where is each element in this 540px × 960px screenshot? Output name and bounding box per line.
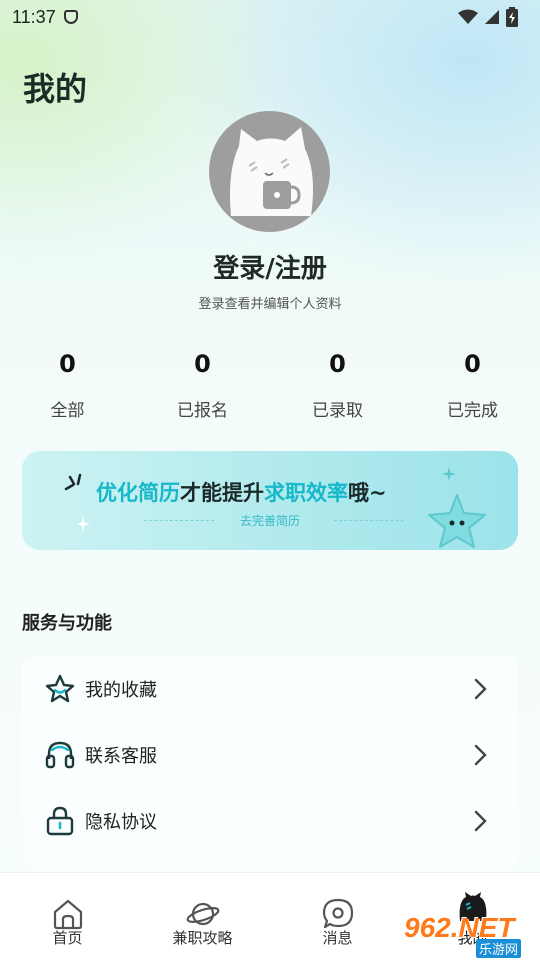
- home-icon: [53, 899, 82, 930]
- site-watermark: 962.NET 乐游网: [400, 906, 540, 960]
- stat-count: 0: [194, 350, 211, 378]
- services-title: 服务与功能: [22, 613, 112, 634]
- star-icon: [45, 674, 75, 703]
- menu-item-favorites[interactable]: 我的收藏: [22, 656, 518, 722]
- nav-messages[interactable]: 消息: [270, 873, 405, 960]
- wifi-icon: [458, 9, 478, 24]
- stat-applied[interactable]: 0 已报名: [135, 346, 270, 421]
- chevron-right-icon: [474, 810, 487, 832]
- watermark-subtext: 乐游网: [476, 939, 522, 958]
- stat-count: 0: [59, 350, 76, 378]
- star-mascot-icon: [428, 494, 486, 548]
- menu-item-privacy[interactable]: 隐私协议: [22, 788, 518, 854]
- menu-item-label: 隐私协议: [85, 812, 157, 833]
- nav-home[interactable]: 首页: [0, 873, 135, 960]
- banner-headline: 优化简历才能提升求职效率哦~: [96, 477, 387, 507]
- stat-label: 全部: [50, 401, 85, 421]
- chevron-right-icon: [474, 678, 487, 700]
- lock-icon: [46, 806, 74, 836]
- avatar[interactable]: [209, 111, 330, 232]
- stat-label: 已报名: [177, 401, 228, 421]
- signal-icon: [485, 10, 499, 24]
- menu-item-label: 我的收藏: [85, 680, 157, 701]
- message-icon: [322, 898, 353, 929]
- menu-item-label: 联系客服: [85, 746, 157, 767]
- shield-icon: [63, 10, 78, 24]
- sparkle-star-icon: [442, 467, 456, 481]
- battery-icon: [506, 7, 518, 27]
- login-register-link[interactable]: 登录/注册: [0, 248, 540, 285]
- nav-label: 消息: [322, 929, 353, 947]
- stat-label: 已完成: [447, 401, 498, 421]
- stat-count: 0: [329, 350, 346, 378]
- menu-item-customer-service[interactable]: 联系客服: [22, 722, 518, 788]
- stat-label: 已录取: [312, 401, 363, 421]
- nav-label: 首页: [52, 929, 83, 947]
- status-time: 11:37: [12, 6, 56, 27]
- status-bar: 11:37: [0, 0, 540, 34]
- page-title: 我的: [23, 70, 88, 108]
- resume-banner[interactable]: 优化简历才能提升求职效率哦~ 去完善简历: [22, 451, 518, 550]
- nav-guide[interactable]: 兼职攻略: [135, 873, 270, 960]
- stat-count: 0: [464, 350, 481, 378]
- status-icons: [458, 7, 518, 27]
- planet-icon: [186, 902, 219, 926]
- banner-text-3: 求职效率: [264, 481, 348, 505]
- headset-icon: [45, 741, 75, 769]
- stats-row: 0 全部 0 已报名 0 已录取 0 已完成: [0, 346, 540, 421]
- stat-completed[interactable]: 0 已完成: [405, 346, 540, 421]
- login-subtitle: 登录查看并编辑个人资料: [198, 297, 342, 312]
- banner-text-4: 哦~: [348, 481, 387, 505]
- banner-divider: [334, 520, 404, 521]
- stat-hired[interactable]: 0 已录取: [270, 346, 405, 421]
- chevron-right-icon: [474, 744, 487, 766]
- banner-text-1: 优化简历: [96, 481, 180, 505]
- nav-label: 兼职攻略: [172, 929, 233, 947]
- stat-all[interactable]: 0 全部: [0, 346, 135, 421]
- services-card: 我的收藏 联系客服 隐私协议: [22, 656, 518, 870]
- cat-avatar-icon: [230, 127, 313, 216]
- banner-text-2: 才能提升: [180, 481, 264, 505]
- sparkle-icon: [64, 473, 82, 491]
